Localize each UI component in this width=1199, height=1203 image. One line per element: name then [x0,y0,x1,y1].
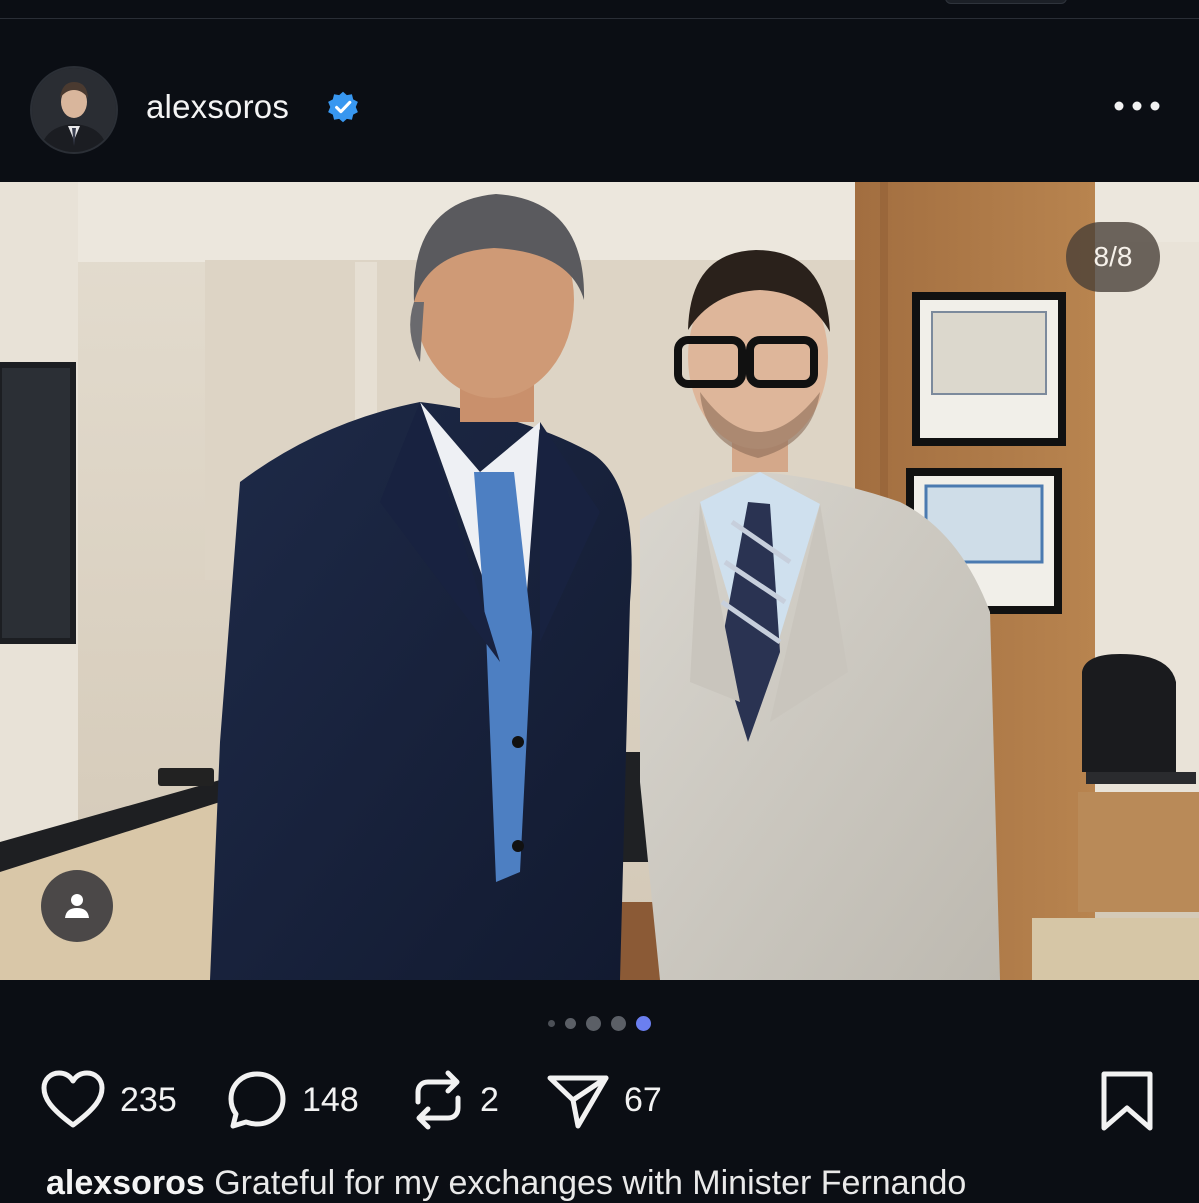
share-button[interactable]: 67 [546,1060,662,1140]
post-actions-bar: 235 148 2 67 [0,1060,1199,1140]
carousel-dot [548,1019,555,1027]
comment-icon [228,1071,286,1129]
photo-counter: 8/8 [1066,222,1160,292]
tagged-people-button[interactable] [41,870,113,942]
verified-badge-icon [328,91,358,123]
carousel-indicator [0,1013,1199,1033]
person-icon [65,894,89,918]
like-count: 235 [120,1080,177,1119]
carousel-dot-active [636,1015,651,1031]
like-button[interactable]: 235 [40,1060,177,1140]
avatar-image [32,68,116,152]
caption-username[interactable]: alexsoros [46,1164,205,1202]
top-tab-handle [945,0,1067,4]
carousel-dot [611,1015,626,1031]
caption-text: Grateful for my exchanges with Minister … [214,1164,967,1202]
repost-button[interactable]: 2 [410,1060,499,1140]
post-header: alexsoros [0,60,1199,156]
repost-count: 2 [480,1080,499,1119]
more-options-icon[interactable] [1112,94,1162,118]
post-photo[interactable] [0,182,1199,980]
avatar[interactable] [30,66,118,154]
carousel-dot [586,1015,601,1031]
comment-count: 148 [302,1080,359,1119]
heart-icon [41,1070,105,1128]
share-count: 67 [624,1080,662,1119]
bookmark-icon[interactable] [1098,1070,1156,1132]
repost-icon [415,1070,461,1130]
carousel-dot [565,1017,576,1029]
post-caption: alexsoros Grateful for my exchanges with… [46,1164,1196,1203]
send-icon [547,1075,609,1129]
post-photo-image [0,182,1199,980]
post-username[interactable]: alexsoros [146,88,289,126]
comment-button[interactable]: 148 [226,1060,359,1140]
